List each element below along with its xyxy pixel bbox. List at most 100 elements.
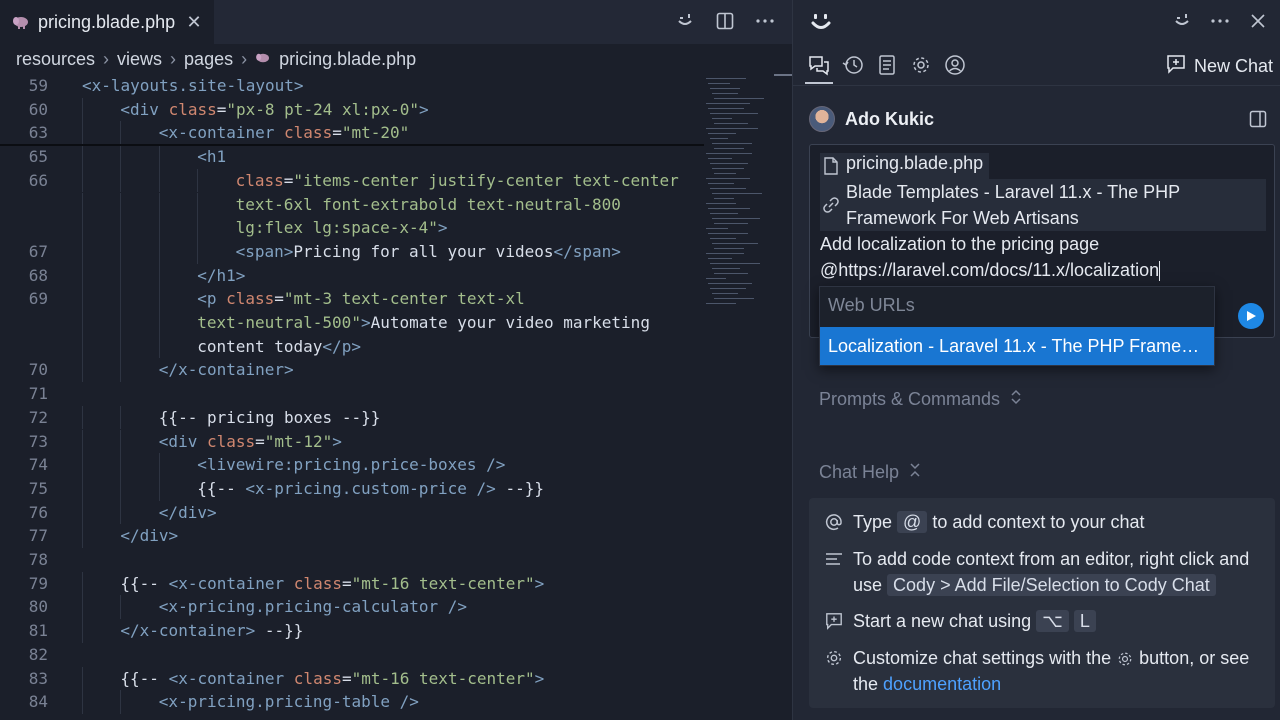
line-number: 59 bbox=[28, 76, 48, 95]
line-number: 77 bbox=[28, 526, 48, 546]
help-text: Type bbox=[853, 512, 893, 532]
code-line[interactable]: 78 bbox=[0, 548, 700, 572]
chat-input-text[interactable]: Add localization to the pricing page @ht… bbox=[820, 231, 1266, 283]
text-lines-icon bbox=[823, 546, 845, 572]
code-line[interactable]: 69 <p class="mt-3 text-center text-xl bbox=[0, 287, 700, 311]
panel-header bbox=[793, 0, 1280, 44]
code-line[interactable]: content today</p> bbox=[0, 334, 700, 359]
settings-gear-icon[interactable] bbox=[909, 53, 933, 77]
chat-message-header: Ado Kukic bbox=[809, 104, 1269, 134]
close-icon[interactable]: ✕ bbox=[184, 12, 204, 33]
code-line[interactable]: 80 <x-pricing.pricing-calculator /> bbox=[0, 595, 700, 620]
indent-guide bbox=[120, 358, 122, 383]
indent-guide bbox=[82, 168, 83, 193]
code-line[interactable]: text-6xl font-extrabold text-neutral-800 bbox=[0, 192, 700, 217]
breadcrumb-item[interactable]: views bbox=[117, 49, 162, 70]
line-number: 75 bbox=[28, 478, 48, 498]
code-line[interactable]: 84 <x-pricing.pricing-table /> bbox=[0, 690, 700, 714]
more-actions-icon[interactable] bbox=[1209, 10, 1231, 32]
php-elephant-icon bbox=[255, 51, 271, 67]
line-number: 79 bbox=[28, 573, 48, 593]
breadcrumb-item[interactable]: pricing.blade.php bbox=[279, 49, 416, 70]
minimap-line bbox=[708, 158, 732, 159]
chevron-collapse-icon bbox=[909, 461, 921, 484]
indent-guide bbox=[197, 192, 199, 217]
code-line[interactable]: 65 <h1 bbox=[0, 145, 700, 169]
minimap-line bbox=[710, 263, 760, 264]
code-line[interactable]: 76 </div> bbox=[0, 500, 700, 525]
chat-tab-icon[interactable] bbox=[807, 53, 831, 77]
prompt-library-icon[interactable] bbox=[875, 53, 899, 77]
help-item: Start a new chat using ⌥ L bbox=[823, 608, 1096, 634]
minimap-line bbox=[710, 213, 738, 214]
minimap-line bbox=[710, 188, 746, 189]
keyboard-key: Cody > Add File/Selection to Cody Chat bbox=[887, 574, 1216, 596]
minimap-line bbox=[714, 173, 736, 174]
history-icon[interactable] bbox=[841, 53, 865, 77]
minimap-line bbox=[714, 298, 754, 299]
account-icon[interactable] bbox=[943, 53, 967, 77]
code-text: <div class="px-8 pt-24 xl:px-0"> bbox=[120, 99, 429, 119]
indent-guide bbox=[120, 239, 122, 264]
indent-guide bbox=[82, 595, 83, 620]
code-editor[interactable]: pricing.blade.php ✕ resources › views › … bbox=[0, 0, 792, 720]
cody-icon[interactable] bbox=[1171, 10, 1193, 32]
close-icon[interactable] bbox=[1247, 10, 1269, 32]
code-line[interactable]: 60 <div class="px-8 pt-24 xl:px-0"> bbox=[0, 97, 700, 122]
line-number: 80 bbox=[28, 597, 48, 617]
indent-guide bbox=[158, 192, 160, 217]
editor-tab[interactable]: pricing.blade.php ✕ bbox=[0, 0, 214, 44]
send-button[interactable] bbox=[1238, 303, 1264, 329]
code-line[interactable]: 68 </h1> bbox=[0, 263, 700, 288]
indent-guide bbox=[82, 97, 83, 122]
code-line[interactable]: 70 </x-container> bbox=[0, 358, 700, 383]
new-chat-button[interactable]: New Chat bbox=[1166, 54, 1273, 79]
breadcrumb-item[interactable]: resources bbox=[16, 49, 95, 70]
more-actions-icon[interactable] bbox=[754, 10, 776, 32]
code-line[interactable]: 66 class="items-center justify-center tex… bbox=[0, 168, 700, 193]
prompts-commands-toggle[interactable]: Prompts & Commands bbox=[819, 388, 1022, 411]
documentation-link[interactable]: documentation bbox=[883, 674, 1001, 694]
minimap-line bbox=[712, 193, 762, 194]
cody-icon[interactable] bbox=[674, 10, 696, 32]
cody-chat-panel: New Chat Ado Kukic pricing.blade.php Bla… bbox=[792, 0, 1280, 720]
code-line[interactable]: text-neutral-500">Automate your video ma… bbox=[0, 311, 700, 335]
code-line[interactable]: 59 <x-layouts.site-layout> bbox=[0, 74, 700, 98]
indent-guide bbox=[158, 216, 160, 240]
sidebar-toggle-icon[interactable] bbox=[1247, 108, 1269, 130]
code-line[interactable]: 75 {{-- <x-pricing.custom-price /> --}} bbox=[0, 476, 700, 501]
line-number: 81 bbox=[28, 621, 48, 641]
code-text: </x-container> bbox=[158, 360, 294, 380]
section-title: Chat Help bbox=[819, 462, 900, 482]
code-line[interactable]: 73 <div class="mt-12"> bbox=[0, 429, 700, 454]
code-area[interactable]: 59 <x-layouts.site-layout> 60 <div class="p… bbox=[0, 74, 700, 720]
breadcrumb-item[interactable]: pages bbox=[184, 49, 233, 70]
minimap-line bbox=[706, 228, 728, 229]
code-line[interactable]: 79 {{-- <x-container class="mt-16 text-ce… bbox=[0, 571, 700, 596]
code-line[interactable]: 83 {{-- <x-container class="mt-16 text-ce… bbox=[0, 666, 700, 691]
code-line[interactable]: 67 <span>Pricing for all your videos</spa… bbox=[0, 239, 700, 264]
suggestion-item[interactable]: Localization - Laravel 11.x - The PHP Fr… bbox=[820, 327, 1214, 365]
code-line[interactable]: lg:flex lg:space-x-4"> bbox=[0, 216, 700, 240]
code-text: {{-- <x-container class="mt-16 text-cent… bbox=[120, 668, 545, 688]
file-icon bbox=[820, 153, 842, 179]
code-line[interactable]: 82 bbox=[0, 643, 700, 667]
indent-guide bbox=[82, 500, 83, 525]
code-line[interactable]: 71 bbox=[0, 382, 700, 406]
minimap-line bbox=[706, 153, 752, 154]
context-file-chip[interactable]: pricing.blade.php bbox=[820, 153, 990, 179]
indent-guide bbox=[82, 121, 83, 146]
chat-help-box: Type @ to add context to your chat To ad… bbox=[809, 498, 1275, 708]
scrollbar[interactable] bbox=[774, 74, 792, 76]
code-line[interactable]: 63 <x-container class="mt-20" bbox=[0, 121, 700, 146]
chat-help-toggle[interactable]: Chat Help bbox=[819, 461, 921, 484]
indent-guide bbox=[120, 690, 122, 714]
code-line[interactable]: 81 </x-container> --}} bbox=[0, 619, 700, 643]
code-line[interactable]: 72 {{-- pricing boxes --}} bbox=[0, 405, 700, 430]
context-link-chip[interactable]: Blade Templates - Laravel 11.x - The PHP… bbox=[820, 179, 1266, 231]
code-line[interactable]: 74 <livewire:pricing.price-boxes /> bbox=[0, 453, 700, 477]
split-editor-icon[interactable] bbox=[714, 10, 736, 32]
minimap[interactable] bbox=[700, 74, 770, 314]
code-line[interactable]: 77 </div> bbox=[0, 524, 700, 548]
indent-guide bbox=[158, 239, 160, 264]
